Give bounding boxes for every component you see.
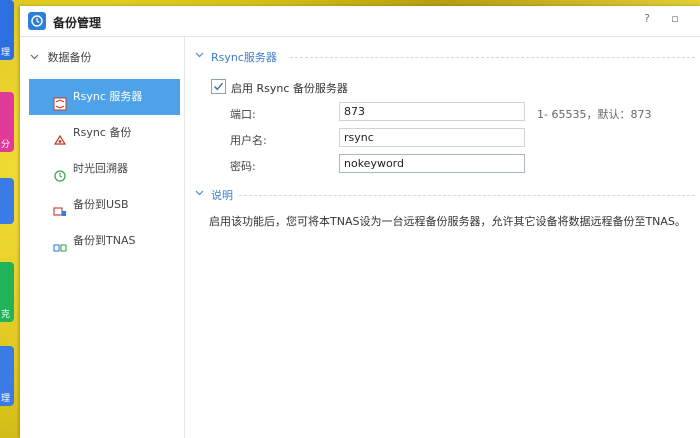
sidebar-item-usb-backup[interactable]: 备份到USB	[29, 187, 180, 223]
sidebar-item-label: 备份到USB	[73, 198, 129, 211]
section-title: Rsync服务器	[211, 51, 277, 64]
desktop-dock: 理 分 克 理	[0, 0, 20, 438]
section-header-rsync-server[interactable]: Rsync服务器	[195, 49, 695, 65]
time-machine-icon	[53, 162, 67, 182]
enable-rsync-checkbox[interactable]	[211, 79, 226, 94]
section-divider	[290, 57, 695, 58]
section-header-description[interactable]: 说明	[195, 187, 695, 203]
dock-tile-label: 分	[1, 140, 11, 150]
sidebar-item-rsync-server[interactable]: Rsync 服务器	[29, 79, 180, 115]
window-titlebar[interactable]: 备份管理 ? ▫	[20, 6, 700, 37]
dock-tile-2[interactable]: 分	[0, 92, 14, 152]
password-input[interactable]: nokeyword	[339, 154, 525, 173]
dock-tile-1[interactable]: 理	[0, 0, 14, 60]
enable-rsync-label: 启用 Rsync 备份服务器	[231, 82, 348, 95]
description-text: 启用该功能后，您可将本TNAS设为一台远程备份服务器，允许其它设备将数据远程备份…	[209, 215, 686, 228]
username-label: 用户名:	[230, 134, 267, 147]
rsync-backup-icon	[53, 126, 67, 145]
sidebar-group-label: 数据备份	[47, 51, 92, 64]
dock-tile-label: 理	[1, 48, 11, 58]
sidebar-group-data-backup[interactable]: 数据备份	[30, 49, 92, 65]
section-divider	[239, 195, 695, 196]
port-input[interactable]: 873	[339, 102, 525, 121]
sidebar-item-time-machine[interactable]: 时光回溯器	[29, 151, 180, 187]
sidebar: 数据备份 Rsync 服务器 Rsync 备份 时光回溯器 备份到USB 备份到…	[20, 37, 185, 438]
usb-backup-icon	[53, 198, 67, 216]
rsync-server-icon	[53, 90, 67, 111]
sidebar-item-label: 时光回溯器	[73, 162, 128, 175]
chevron-down-icon	[30, 51, 44, 64]
sidebar-item-tnas-backup[interactable]: 备份到TNAS	[29, 223, 180, 259]
help-button[interactable]: ?	[638, 10, 656, 28]
password-label: 密码:	[230, 160, 256, 173]
dock-tile-5[interactable]: 理	[0, 346, 14, 406]
dock-tile-4[interactable]: 克	[0, 262, 14, 322]
port-label: 端口:	[230, 108, 256, 121]
dock-tile-label: 理	[1, 394, 11, 404]
sidebar-item-rsync-backup[interactable]: Rsync 备份	[29, 115, 180, 151]
sidebar-item-label: Rsync 备份	[73, 126, 132, 139]
minimize-button[interactable]: ▫	[666, 10, 684, 28]
section-title: 说明	[211, 189, 233, 202]
dock-tile-label: 克	[1, 310, 11, 320]
chevron-down-icon	[195, 187, 204, 200]
chevron-down-icon	[195, 49, 204, 62]
sidebar-item-label: Rsync 服务器	[73, 90, 143, 103]
tnas-backup-icon	[53, 234, 67, 252]
dock-tile-3[interactable]	[0, 178, 14, 224]
window-title: 备份管理	[53, 16, 102, 30]
username-input[interactable]: rsync	[339, 128, 525, 147]
sidebar-item-label: 备份到TNAS	[73, 234, 136, 247]
main-content: Rsync服务器 启用 Rsync 备份服务器 端口: 873 1- 65535…	[185, 37, 700, 438]
port-hint: 1- 65535，默认：873	[537, 108, 652, 121]
backup-manager-window: 备份管理 ? ▫ 数据备份 Rsync 服务器 Rsync 备份 时光回溯器 备…	[20, 6, 700, 438]
backup-app-icon	[28, 12, 46, 30]
